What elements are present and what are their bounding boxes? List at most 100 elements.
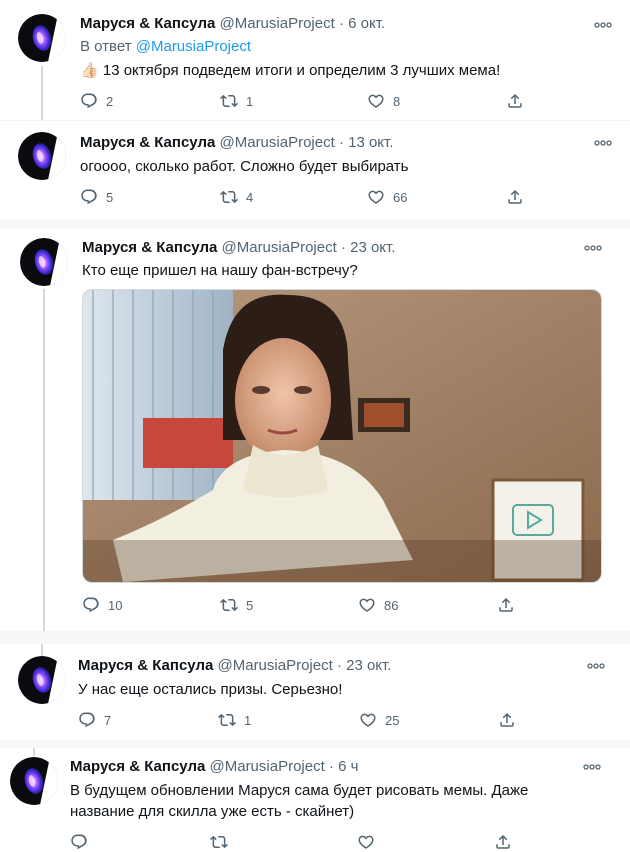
share-button[interactable] xyxy=(498,710,516,730)
avatar[interactable] xyxy=(18,656,66,704)
like-button[interactable] xyxy=(357,832,375,852)
avatar-icon xyxy=(10,757,58,805)
avatar[interactable] xyxy=(18,14,66,62)
share-button[interactable] xyxy=(497,595,515,615)
author-name[interactable]: Маруся & Капсула xyxy=(80,15,215,32)
reply-context: В ответ @MarusiaProject xyxy=(80,37,251,57)
tweet-photo[interactable] xyxy=(82,289,602,583)
tweet-text: В будущем обновлении Маруся сама будет р… xyxy=(70,782,529,820)
like-count: 8 xyxy=(393,93,401,109)
reply-icon xyxy=(80,92,98,110)
retweet-count: 4 xyxy=(246,189,254,205)
more-icon[interactable] xyxy=(584,243,602,253)
share-button[interactable] xyxy=(506,187,524,207)
reply-button[interactable]: 7 xyxy=(78,710,111,730)
avatar-icon xyxy=(20,238,68,286)
like-icon xyxy=(359,711,377,729)
tweet-time[interactable]: 23 окт. xyxy=(346,657,391,674)
like-count: 86 xyxy=(384,597,399,613)
tweet-time[interactable]: 6 ч xyxy=(338,758,358,775)
tweet-header: Маруся & Капсула @MarusiaProject · 6 ч xyxy=(70,757,358,777)
thread-line xyxy=(33,748,35,756)
retweet-button[interactable] xyxy=(210,832,228,852)
reply-prefix: В ответ xyxy=(80,38,132,55)
retweet-icon xyxy=(210,833,228,851)
photo-image xyxy=(83,290,601,582)
retweet-button[interactable]: 1 xyxy=(218,710,251,730)
retweet-icon xyxy=(220,596,238,614)
retweet-count: 5 xyxy=(246,597,254,613)
reply-button[interactable]: 2 xyxy=(80,91,113,111)
retweet-count: 1 xyxy=(244,712,252,728)
author-name[interactable]: Маруся & Капсула xyxy=(80,134,215,151)
more-icon[interactable] xyxy=(583,762,601,772)
reply-icon xyxy=(70,833,88,851)
tweet-5[interactable]: Маруся & Капсула @MarusiaProject · 6 ч В… xyxy=(0,748,630,846)
tweet-time[interactable]: 6 окт. xyxy=(348,15,385,32)
author-handle[interactable]: @MarusiaProject xyxy=(220,134,335,151)
dot-separator: · xyxy=(336,657,342,674)
like-count: 25 xyxy=(385,712,400,728)
tweet-1[interactable]: Маруся & Капсула @MarusiaProject · 6 окт… xyxy=(0,0,630,120)
reply-count: 10 xyxy=(108,597,123,613)
tweet-3[interactable]: Маруся & Капсула @MarusiaProject · 23 ок… xyxy=(0,229,630,631)
tweet-header: Маруся & Капсула @MarusiaProject · 23 ок… xyxy=(78,656,391,676)
action-bar: 7 1 25 xyxy=(78,710,518,730)
like-icon xyxy=(367,188,385,206)
action-bar xyxy=(70,832,520,852)
more-icon[interactable] xyxy=(594,20,612,30)
dot-separator: · xyxy=(338,15,344,32)
tweet-text: Кто еще пришел на нашу фан-встречу? xyxy=(82,262,358,279)
author-handle[interactable]: @MarusiaProject xyxy=(220,15,335,32)
share-icon xyxy=(506,92,524,110)
dot-separator: · xyxy=(338,134,344,151)
reply-count: 5 xyxy=(106,189,114,205)
avatar-icon xyxy=(18,132,66,180)
share-button[interactable] xyxy=(494,832,512,852)
like-count: 66 xyxy=(393,189,408,205)
author-name[interactable]: Маруся & Капсула xyxy=(78,657,213,674)
like-button[interactable]: 25 xyxy=(359,710,399,730)
reply-icon xyxy=(82,596,100,614)
avatar[interactable] xyxy=(20,238,68,286)
author-handle[interactable]: @MarusiaProject xyxy=(218,657,333,674)
reply-icon xyxy=(78,711,96,729)
retweet-button[interactable]: 4 xyxy=(220,187,253,207)
reply-mention[interactable]: @MarusiaProject xyxy=(136,38,251,55)
tweet-header: Маруся & Капсула @MarusiaProject · 6 окт… xyxy=(80,14,385,34)
retweet-icon xyxy=(220,188,238,206)
retweet-icon xyxy=(220,92,238,110)
more-icon[interactable] xyxy=(594,138,612,148)
tweet-time[interactable]: 23 окт. xyxy=(350,239,395,256)
dot-separator: · xyxy=(328,758,334,775)
more-icon[interactable] xyxy=(587,661,605,671)
reply-button[interactable]: 10 xyxy=(82,595,122,615)
like-button[interactable]: 8 xyxy=(367,91,400,111)
like-button[interactable]: 66 xyxy=(367,187,407,207)
screenshot-gap xyxy=(0,740,630,748)
like-icon xyxy=(367,92,385,110)
tweet-4[interactable]: Маруся & Капсула @MarusiaProject · 23 ок… xyxy=(0,644,630,740)
author-handle[interactable]: @MarusiaProject xyxy=(222,239,337,256)
retweet-button[interactable]: 5 xyxy=(220,595,253,615)
retweet-button[interactable]: 1 xyxy=(220,91,253,111)
share-button[interactable] xyxy=(506,91,524,111)
screenshot-gap xyxy=(0,219,630,229)
reply-button[interactable] xyxy=(70,832,88,852)
avatar[interactable] xyxy=(10,757,58,805)
screenshot-gap xyxy=(0,631,630,644)
share-icon xyxy=(497,596,515,614)
tweet-header: Маруся & Капсула @MarusiaProject · 23 ок… xyxy=(82,238,395,258)
author-name[interactable]: Маруся & Капсула xyxy=(70,758,205,775)
retweet-icon xyxy=(218,711,236,729)
reply-button[interactable]: 5 xyxy=(80,187,113,207)
tweet-time[interactable]: 13 окт. xyxy=(348,134,393,151)
author-name[interactable]: Маруся & Капсула xyxy=(82,239,217,256)
avatar[interactable] xyxy=(18,132,66,180)
dot-separator: · xyxy=(340,239,346,256)
author-handle[interactable]: @MarusiaProject xyxy=(210,758,325,775)
like-button[interactable]: 86 xyxy=(358,595,398,615)
reply-icon xyxy=(80,188,98,206)
thread-line xyxy=(41,66,43,120)
tweet-2[interactable]: Маруся & Капсула @MarusiaProject · 13 ок… xyxy=(0,121,630,219)
